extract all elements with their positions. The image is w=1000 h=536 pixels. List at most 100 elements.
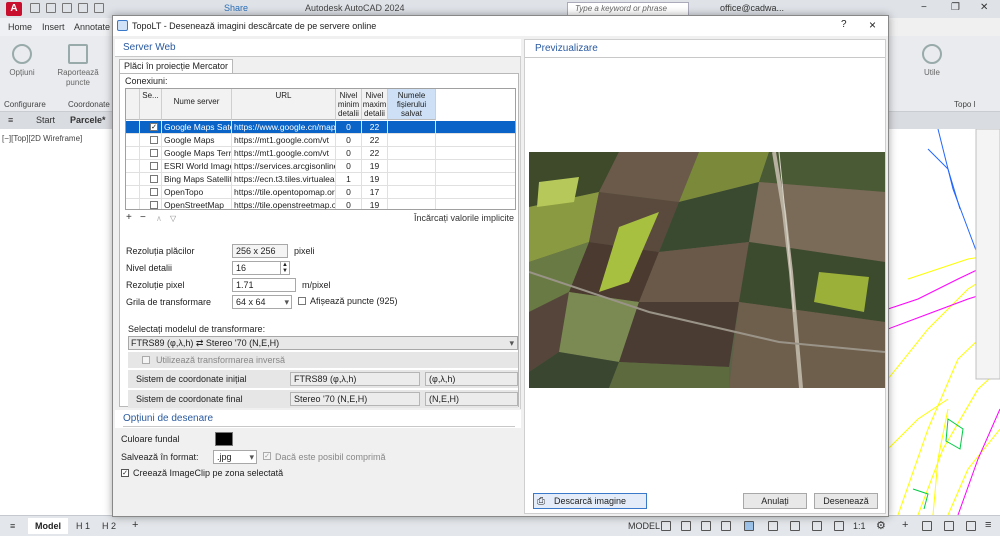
- minimize-icon[interactable]: −: [921, 2, 927, 13]
- maximize-icon[interactable]: ❐: [951, 2, 960, 13]
- otrack-icon[interactable]: [790, 521, 800, 531]
- grid-icon[interactable]: [661, 521, 671, 531]
- ribbon-tab-home[interactable]: Home: [8, 22, 32, 32]
- move-up-button[interactable]: ∧: [156, 214, 162, 223]
- move-down-button[interactable]: ▽: [170, 214, 176, 223]
- row-header-cell[interactable]: [126, 173, 140, 186]
- min-level-cell[interactable]: 0: [336, 147, 362, 160]
- row-checkbox[interactable]: [150, 149, 158, 157]
- url-cell[interactable]: https://mt1.google.com/vt: [232, 134, 336, 147]
- remove-row-button[interactable]: −: [140, 212, 146, 223]
- bg-color-swatch[interactable]: [215, 432, 233, 446]
- min-level-cell[interactable]: 0: [336, 186, 362, 199]
- select-cell[interactable]: [140, 186, 162, 199]
- viewport-label[interactable]: [−][Top][2D Wireframe]: [2, 134, 82, 143]
- panel-coordonate[interactable]: Coordonate: [68, 100, 110, 109]
- server-name-cell[interactable]: Google Maps Terrain: [162, 147, 232, 160]
- row-header-cell[interactable]: [126, 186, 140, 199]
- min-level-cell[interactable]: 0: [336, 160, 362, 173]
- panel-configurare[interactable]: Configurare: [4, 100, 46, 109]
- col-url[interactable]: URL: [232, 89, 336, 120]
- file-name-cell[interactable]: [388, 173, 436, 186]
- show-points-checkbox[interactable]: [298, 297, 306, 305]
- print-icon[interactable]: [94, 3, 104, 13]
- url-cell[interactable]: https://services.arcgisonline: [232, 160, 336, 173]
- server-name-cell[interactable]: Google Maps: [162, 134, 232, 147]
- scale-dropdown[interactable]: 1:1: [853, 521, 866, 531]
- max-level-cell[interactable]: 19: [362, 160, 388, 173]
- tab-mercator-tiles[interactable]: Plăci în proiecție Mercator: [119, 59, 234, 73]
- annotation-icon[interactable]: [834, 521, 844, 531]
- isodraft-icon[interactable]: [744, 521, 754, 531]
- file-name-cell[interactable]: [388, 186, 436, 199]
- drawing-area-right[interactable]: [888, 129, 1000, 515]
- table-row[interactable]: ✓ Google Maps Satellitehttps://www.google…: [126, 121, 515, 134]
- table-row[interactable]: ESRI World Imageryhttps://services.arcgi…: [126, 160, 515, 173]
- save-icon[interactable]: [62, 3, 72, 13]
- file-name-cell[interactable]: [388, 121, 436, 134]
- close-icon[interactable]: ×: [869, 18, 876, 32]
- row-checkbox[interactable]: [150, 201, 158, 209]
- url-cell[interactable]: https://mt1.google.com/vt: [232, 147, 336, 160]
- file-name-cell[interactable]: [388, 199, 436, 209]
- panel-topo[interactable]: Topo l: [954, 100, 975, 109]
- add-layout-icon[interactable]: +: [132, 519, 138, 531]
- isolate-icon[interactable]: [922, 521, 932, 531]
- select-cell[interactable]: [140, 173, 162, 186]
- add-row-button[interactable]: +: [126, 212, 132, 223]
- row-header-cell[interactable]: [126, 160, 140, 173]
- table-row[interactable]: OpenStreetMap https://tile.openstreetmap.…: [126, 199, 515, 209]
- transform-grid-dropdown[interactable]: 64 x 64: [232, 295, 292, 309]
- share-button[interactable]: Share: [224, 3, 248, 13]
- row-header-cell[interactable]: [126, 134, 140, 147]
- download-image-button[interactable]: ⎙ Descarcă imagine: [533, 493, 647, 509]
- file-name-cell[interactable]: [388, 147, 436, 160]
- row-checkbox[interactable]: [150, 136, 158, 144]
- file-name-cell[interactable]: [388, 134, 436, 147]
- col-max-level[interactable]: Nivel maxim detalii: [362, 89, 388, 120]
- select-cell[interactable]: [140, 199, 162, 209]
- max-level-cell[interactable]: 19: [362, 173, 388, 186]
- server-name-cell[interactable]: OpenTopo: [162, 186, 232, 199]
- snap-icon[interactable]: [681, 521, 691, 531]
- model-tab[interactable]: Model: [28, 518, 68, 534]
- customize-menu-icon[interactable]: ≡: [985, 519, 991, 531]
- row-header-cell[interactable]: [126, 147, 140, 160]
- ribbon-tab-annotate[interactable]: Annotate: [74, 22, 110, 32]
- open-file-icon[interactable]: [46, 3, 56, 13]
- row-checkbox[interactable]: ✓: [150, 123, 158, 131]
- server-name-cell[interactable]: Bing Maps Satellite: [162, 173, 232, 186]
- utile-ribbon-button[interactable]: Utile: [910, 44, 954, 78]
- max-level-cell[interactable]: 19: [362, 199, 388, 209]
- clean-screen-icon[interactable]: [966, 521, 976, 531]
- file-name-cell[interactable]: [388, 160, 436, 173]
- min-level-cell[interactable]: 0: [336, 199, 362, 209]
- lineweight-icon[interactable]: [812, 521, 822, 531]
- col-min-level[interactable]: Nivel minim detalii: [336, 89, 362, 120]
- select-cell[interactable]: [140, 134, 162, 147]
- autocad-logo-icon[interactable]: A: [6, 2, 22, 16]
- save-format-dropdown[interactable]: .jpg: [213, 450, 257, 464]
- layout-tab-h1[interactable]: H 1: [76, 521, 90, 531]
- draw-button[interactable]: Desenează: [814, 493, 878, 509]
- imageclip-checkbox[interactable]: ✓: [121, 469, 129, 477]
- model-space-toggle[interactable]: MODEL: [628, 521, 660, 531]
- max-level-cell[interactable]: 22: [362, 147, 388, 160]
- transform-model-dropdown[interactable]: FTRS89 (φ,λ,h) ⇄ Stereo '70 (N,E,H): [128, 336, 518, 350]
- file-tab-parcele[interactable]: Parcele*: [70, 115, 106, 125]
- server-name-cell[interactable]: Google Maps Satellite: [162, 121, 232, 134]
- row-checkbox[interactable]: [150, 188, 158, 196]
- report-points-ribbon-button[interactable]: Raportează puncte: [56, 44, 100, 88]
- load-defaults-button[interactable]: Încărcați valorile implicite: [414, 213, 514, 223]
- close-app-icon[interactable]: ✕: [980, 2, 988, 13]
- drawing-area[interactable]: [−][Top][2D Wireframe]: [0, 129, 112, 515]
- url-cell[interactable]: https://ecn.t3.tiles.virtualearth: [232, 173, 336, 186]
- col-file-name[interactable]: Numele fișierului salvat: [388, 89, 436, 120]
- min-level-cell[interactable]: 1: [336, 173, 362, 186]
- help-icon[interactable]: ?: [841, 19, 847, 30]
- row-checkbox[interactable]: [150, 175, 158, 183]
- row-header-cell[interactable]: [126, 199, 140, 209]
- table-row[interactable]: Google Maps Terrainhttps://mt1.google.co…: [126, 147, 515, 160]
- col-server-name[interactable]: Nume server: [162, 89, 232, 120]
- server-name-cell[interactable]: ESRI World Imagery: [162, 160, 232, 173]
